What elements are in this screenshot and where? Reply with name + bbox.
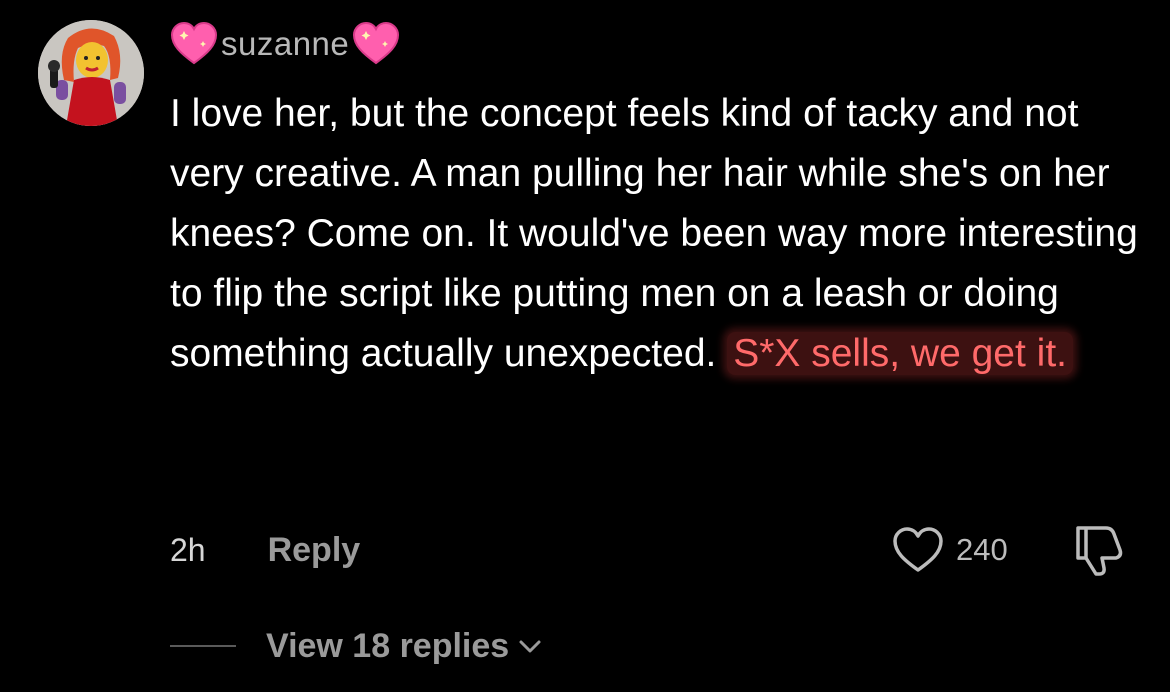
- username-row[interactable]: suzanne: [170, 18, 400, 70]
- reply-button[interactable]: Reply: [268, 531, 361, 570]
- replies-divider: [170, 645, 236, 647]
- avatar[interactable]: [38, 20, 144, 126]
- chevron-down-icon[interactable]: [515, 634, 545, 658]
- username[interactable]: suzanne: [221, 25, 349, 63]
- view-replies-row[interactable]: View 18 replies: [170, 618, 545, 674]
- view-replies-button[interactable]: View 18 replies: [266, 627, 509, 666]
- thumbs-down-outline-icon[interactable]: [1066, 520, 1130, 580]
- comment-item: suzanne I love her, but the concept feel…: [0, 0, 1170, 692]
- comment-meta: 2h Reply: [170, 522, 360, 578]
- comment-text-highlight: S*X sells, we get it.: [727, 332, 1073, 375]
- like-group[interactable]: 240: [890, 522, 1008, 578]
- sparkling-heart-icon: [170, 21, 218, 65]
- heart-outline-icon[interactable]: [890, 524, 946, 576]
- sparkling-heart-icon: [353, 21, 400, 65]
- timestamp: 2h: [170, 531, 206, 568]
- like-count: 240: [956, 532, 1008, 567]
- comment-text: I love her, but the concept feels kind o…: [170, 84, 1150, 384]
